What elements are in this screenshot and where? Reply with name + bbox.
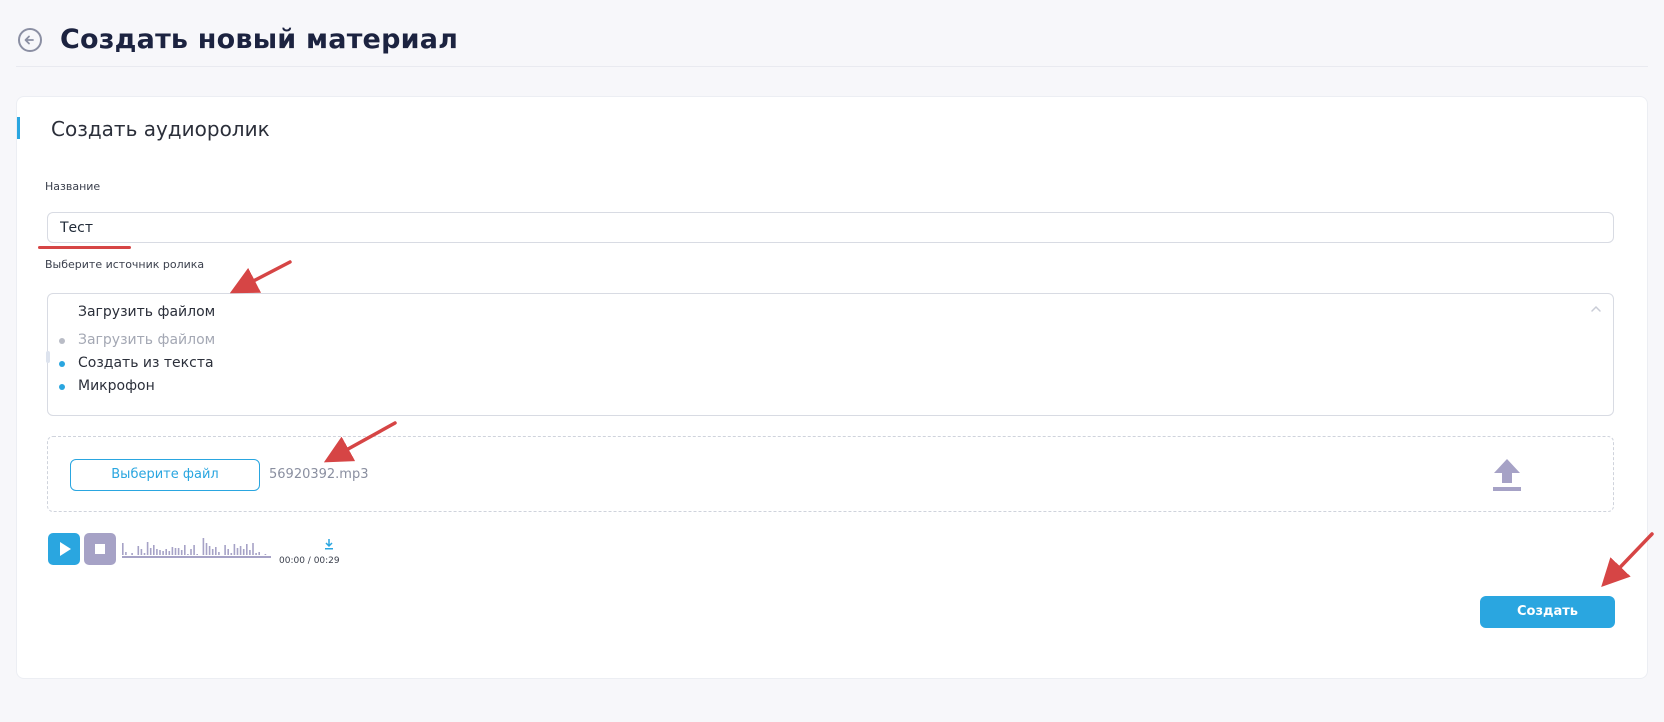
waveform-bar <box>193 545 195 555</box>
waveform-bar <box>202 538 205 555</box>
play-icon[interactable] <box>48 533 80 565</box>
waveform-bar <box>168 551 171 555</box>
progress-track[interactable] <box>122 556 271 558</box>
waveform-bar <box>162 551 164 555</box>
waveform-bar <box>171 547 174 555</box>
waveform-bar <box>236 548 239 555</box>
waveform-bar <box>233 544 236 555</box>
waveform-bar <box>190 549 192 555</box>
download-icon[interactable] <box>323 538 335 550</box>
waveform-bar <box>180 550 183 555</box>
selected-file-name: 56920392.mp3 <box>269 467 369 482</box>
waveform-bar <box>165 549 167 555</box>
waveform-bar <box>249 550 251 555</box>
waveform-bar <box>208 546 211 555</box>
waveform-bar <box>177 548 180 555</box>
header-divider <box>16 66 1648 67</box>
page-header: Создать новый материал <box>0 0 1664 68</box>
waveform-bar <box>246 544 248 555</box>
file-upload-zone[interactable]: Выберите файл 56920392.mp3 <box>47 436 1614 512</box>
waveform-bar <box>205 543 208 555</box>
waveform-bar <box>146 542 149 555</box>
option-label: Микрофон <box>78 378 155 394</box>
waveform-bar <box>184 545 186 555</box>
waveform-bar <box>239 546 242 555</box>
choose-file-button[interactable]: Выберите файл <box>70 459 260 491</box>
create-audio-card: Создать аудиоролик Название Выберите ист… <box>16 96 1648 679</box>
waveform-bar <box>218 552 220 555</box>
audio-player: 00:00 / 00:29 <box>48 533 348 569</box>
card-accent-bar <box>17 117 20 139</box>
waveform-bar <box>187 554 189 555</box>
source-selected-value[interactable]: Загрузить файлом <box>78 304 215 320</box>
option-label: Создать из текста <box>78 355 214 371</box>
name-input[interactable] <box>47 212 1614 243</box>
waveform-bar <box>258 552 260 555</box>
annotation-underline <box>38 246 131 249</box>
option-upload-file[interactable]: Загрузить файлом <box>48 330 448 352</box>
stop-icon[interactable] <box>84 533 116 565</box>
option-microphone[interactable]: Микрофон <box>48 376 448 398</box>
option-bullet <box>59 338 65 344</box>
create-button[interactable]: Создать <box>1480 596 1615 628</box>
option-from-text[interactable]: Создать из текста <box>48 353 448 375</box>
option-bullet <box>59 384 65 390</box>
waveform-bar <box>137 546 140 555</box>
waveform-bar <box>215 547 217 555</box>
back-arrow-icon[interactable] <box>18 28 42 52</box>
waveform-bar <box>252 543 254 555</box>
waveform-bar <box>143 553 146 555</box>
option-label: Загрузить файлом <box>78 332 216 348</box>
waveform-bar <box>227 549 229 555</box>
source-select[interactable]: Загрузить файлом Загрузить файлом Создат… <box>46 293 1614 416</box>
waveform-bar <box>242 549 245 555</box>
waveform-bar <box>149 548 152 555</box>
page-title: Создать новый материал <box>60 24 459 55</box>
waveform-bar <box>196 554 198 555</box>
waveform-bar <box>140 549 143 555</box>
waveform-bar <box>255 553 257 555</box>
waveform-bar <box>122 543 124 555</box>
chevron-up-icon[interactable] <box>1589 302 1603 316</box>
waveform-bar <box>264 554 267 555</box>
time-readout: 00:00 / 00:29 <box>279 556 340 566</box>
waveform-bar <box>131 553 133 555</box>
waveform-bar <box>211 549 214 555</box>
waveform-bar <box>230 553 233 555</box>
option-bullet <box>59 361 65 367</box>
waveform-bar <box>159 550 161 555</box>
waveform-bar <box>125 552 127 555</box>
name-label: Название <box>45 180 101 193</box>
card-title: Создать аудиоролик <box>51 117 270 141</box>
waveform-bar <box>174 548 177 555</box>
upload-arrow-icon[interactable] <box>1491 457 1523 493</box>
waveform[interactable] <box>122 533 312 555</box>
waveform-bar <box>153 545 155 555</box>
waveform-bar <box>224 545 226 555</box>
source-label: Выберите источник ролика <box>45 258 205 271</box>
waveform-bar <box>156 549 158 555</box>
